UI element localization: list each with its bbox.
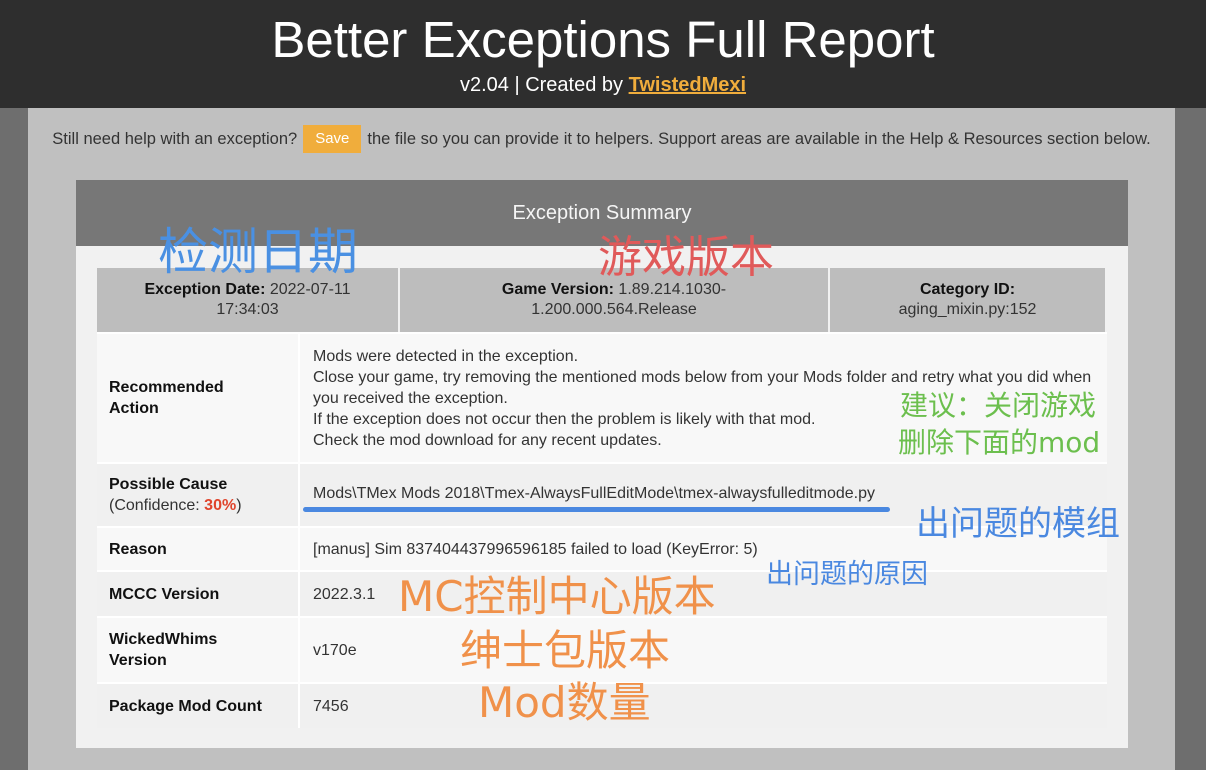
annotation-mccc: MC控制中心版本 [398,572,716,621]
annotation-problem-reason: 出问题的原因 [766,559,928,590]
report-title: Better Exceptions Full Report [271,11,935,68]
version-credit: v2.04 | Created by [459,74,629,96]
annotation-game-version: 游戏版本 [598,232,774,283]
annotation-problem-mod: 出问题的模组 [916,504,1120,544]
author-link[interactable]: TwistedMexi [629,74,746,96]
confidence-value: 30% [204,497,237,514]
annotation-wickedwhims: 绅士包版本 [460,626,671,675]
notice-text-after: the file so you can provide it to helper… [367,130,1151,148]
category-id-value: aging_mixin.py:152 [898,301,1037,318]
help-notice: Still need help with an exception? Save th… [28,124,1175,154]
exception-date-label: Exception Date: [144,281,266,298]
notice-text-before: Still need help with an exception? [52,130,298,148]
possible-cause-label: Possible Cause (Confidence: 30%) [97,464,300,526]
category-id-cell: Category ID: aging_mixin.py:152 [830,268,1105,332]
recommended-action-label: Recommended Action [97,334,300,462]
annotation-suggestion-1: 建议：关闭游戏 [900,389,1097,422]
package-mod-count-label: Package Mod Count [97,684,300,728]
annotation-suggestion-2: 删除下面的mod [898,426,1101,459]
wickedwhims-version-value: v170e [313,641,357,659]
annotation-mod-count: Mod数量 [478,678,651,727]
mccc-version-label: MCCC Version [97,572,300,616]
save-button[interactable]: Save [303,124,362,153]
highlight-underline [303,507,890,512]
reason-label: Reason [97,528,300,570]
category-id-label: Category ID: [919,281,1016,298]
package-mod-count-value: 7456 [313,697,349,715]
report-header: Better Exceptions Full Report v2.04 | Cr… [0,0,1206,108]
annotation-date: 检测日期 [158,223,358,281]
report-subtitle: v2.04 | Created by TwistedMexi [0,72,1206,98]
wickedwhims-version-label: WickedWhims Version [97,618,300,682]
recommended-action-line: Mods were detected in the exception. [313,347,579,365]
